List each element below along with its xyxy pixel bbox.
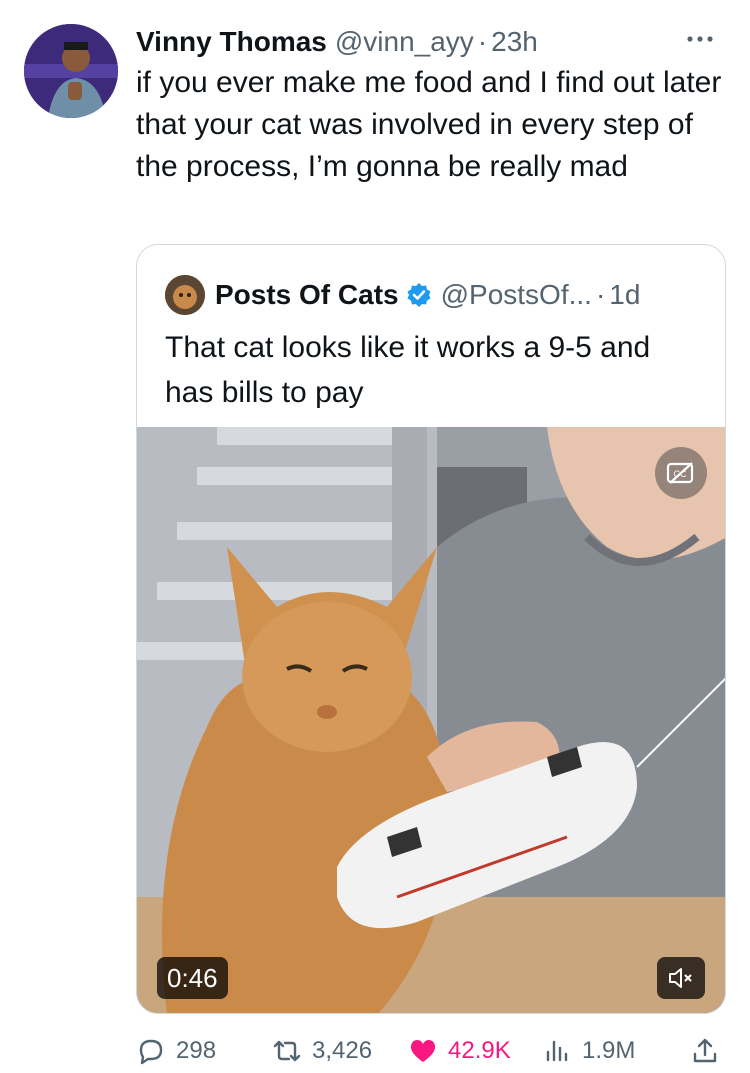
share-icon (693, 1038, 717, 1063)
video-frame (137, 427, 725, 1013)
video-player[interactable]: CC 0:46 (137, 427, 725, 1013)
quoted-author-handle[interactable]: @PostsOf... (441, 279, 592, 311)
quoted-tweet-header: Posts Of Cats @PostsOf... · 1d (165, 275, 640, 315)
heart-filled-icon (410, 1040, 436, 1062)
repost-icon (273, 1040, 301, 1062)
reply-button[interactable]: 298 (136, 1030, 216, 1072)
quoted-tweet-timestamp[interactable]: 1d (609, 279, 640, 311)
speaker-muted-icon (669, 968, 692, 988)
video-duration-badge: 0:46 (157, 957, 228, 999)
views-button[interactable]: 1.9M (542, 1030, 635, 1072)
quoted-tweet-text: That cat looks like it works a 9-5 and h… (165, 331, 651, 409)
quoted-author-display-name[interactable]: Posts Of Cats (215, 279, 399, 311)
quoted-author-avatar[interactable] (165, 275, 205, 315)
repost-count: 3,426 (312, 1037, 373, 1064)
tweet-action-bar: 298 3,426 42.9K 1.9M (0, 1030, 750, 1072)
author-display-name[interactable]: Vinny Thomas (136, 26, 327, 58)
views-chart-icon (546, 1040, 568, 1062)
like-count: 42.9K (448, 1037, 511, 1064)
more-options-icon[interactable] (680, 24, 720, 54)
mute-toggle-button[interactable] (657, 957, 705, 999)
repost-button[interactable]: 3,426 (272, 1030, 372, 1072)
quoted-separator-dot: · (595, 279, 606, 310)
closed-captions-off-icon: CC (666, 462, 694, 484)
reply-icon (139, 1039, 163, 1065)
like-button[interactable]: 42.9K (408, 1030, 511, 1072)
captions-toggle-button[interactable]: CC (655, 447, 707, 499)
quoted-tweet-card[interactable]: Posts Of Cats @PostsOf... · 1d That cat … (136, 244, 726, 1014)
verified-badge-icon (407, 283, 431, 307)
tweet-timestamp[interactable]: 23h (491, 26, 538, 58)
separator-dot: · (477, 26, 488, 57)
share-button[interactable] (690, 1030, 730, 1072)
view-count: 1.9M (582, 1037, 636, 1064)
author-avatar[interactable] (24, 24, 118, 118)
reply-count: 298 (176, 1037, 217, 1064)
tweet-header: Vinny Thomas @vinn_ayy · 23h (136, 22, 538, 62)
author-handle[interactable]: @vinn_ayy (335, 26, 474, 58)
tweet-text: if you ever make me food and I find out … (136, 66, 722, 183)
